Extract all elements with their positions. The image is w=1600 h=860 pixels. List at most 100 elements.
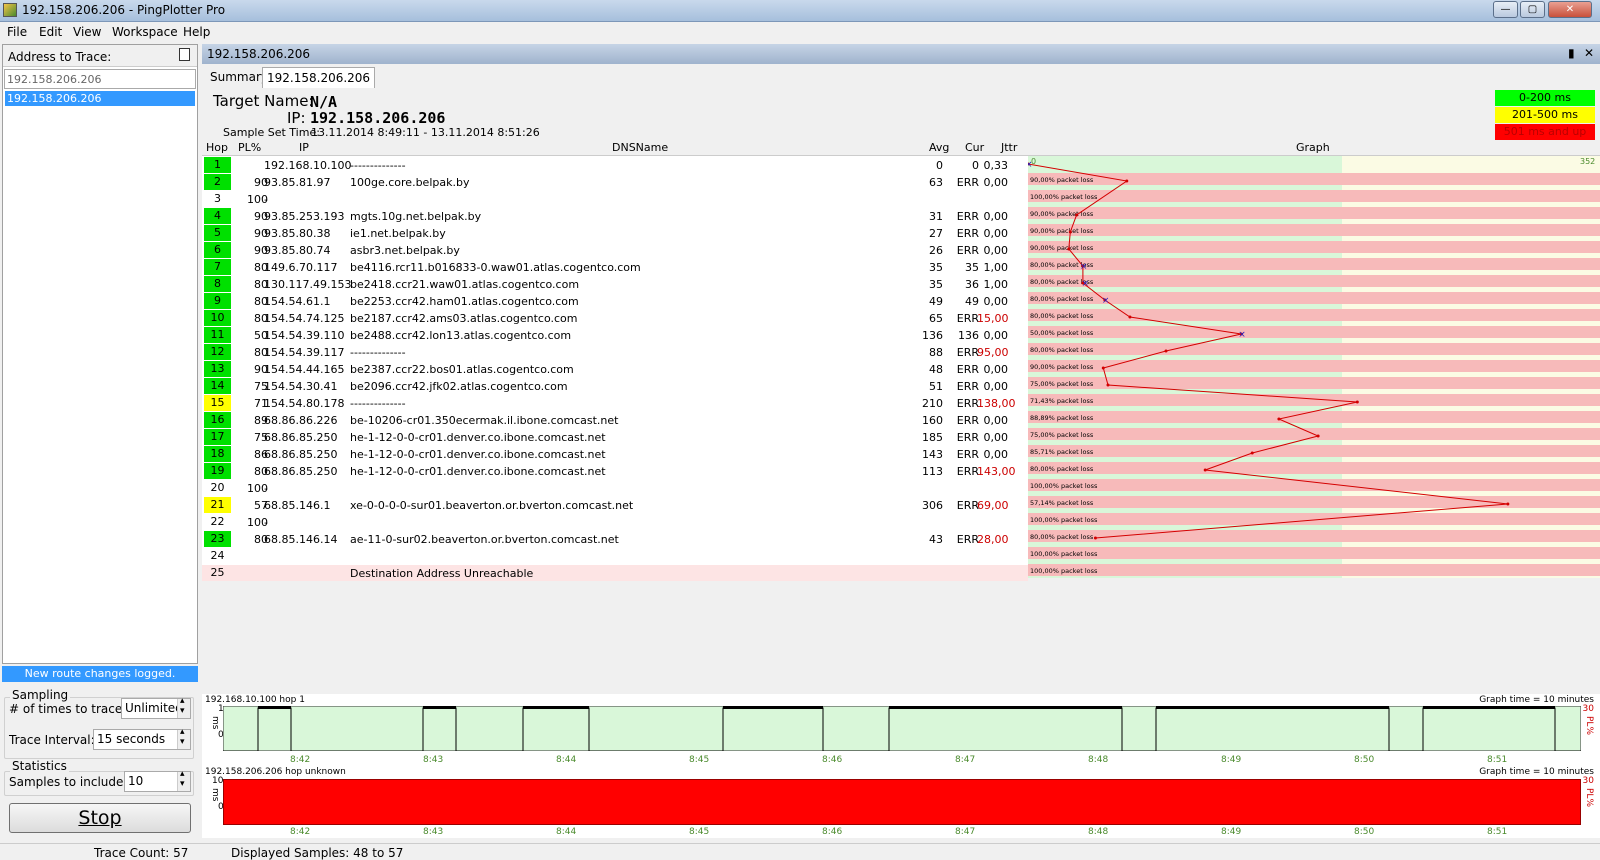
col-pl[interactable]: PL%	[238, 141, 261, 154]
trace-grid: Hop PL% IP DNSName Avg Cur Jttr Graph 11…	[202, 140, 1600, 581]
graph-band-gap	[1342, 287, 1600, 292]
graph-band-gap	[1342, 440, 1600, 445]
cell-dns: --------------	[350, 397, 406, 410]
current-marker: ×	[1238, 330, 1246, 340]
cell-ip: 154.54.61.1	[264, 295, 331, 308]
cell-dns: be2387.ccr22.bos01.atlas.cogentco.com	[350, 363, 574, 376]
graph-band-gap	[1342, 338, 1600, 343]
close-button[interactable]: ✕	[1548, 1, 1592, 18]
cell-dns: he-1-12-0-0-cr01.denver.co.ibone.comcast…	[350, 448, 606, 461]
cell-jttr: 0,00	[983, 380, 1009, 393]
hop-number: 21	[204, 497, 231, 513]
hop-number: 9	[204, 293, 231, 309]
packet-loss-label: 57,14% packet loss	[1030, 499, 1094, 507]
cell-jttr: 0,33	[983, 159, 1009, 172]
menu-view[interactable]: View	[73, 25, 101, 39]
pin-icon[interactable]: ▮	[1568, 46, 1575, 60]
new-document-icon[interactable]	[179, 48, 190, 61]
cell-jttr: 0,00	[983, 176, 1009, 189]
cell-jttr: 28,00	[977, 533, 1009, 546]
stop-button[interactable]: Stop	[9, 803, 191, 833]
timeline-yunit: ms	[210, 788, 220, 802]
menu-edit[interactable]: Edit	[39, 25, 62, 39]
hop-number: 12	[204, 344, 231, 360]
cell-cur: ERR	[956, 431, 979, 444]
col-hop[interactable]: Hop	[206, 141, 228, 154]
cell-jttr: 143,00	[977, 465, 1016, 478]
graph-band-gap	[1342, 202, 1600, 207]
cell-dns: he-1-12-0-0-cr01.denver.co.ibone.comcast…	[350, 431, 606, 444]
cell-avg: 65	[929, 312, 943, 325]
address-panel-header: Address to Trace:	[3, 45, 197, 67]
latency-graph: 90,00% packet loss 100,00% packet loss 90,…	[1028, 156, 1600, 578]
address-input[interactable]: 192.158.206.206	[4, 69, 196, 89]
col-graph[interactable]: Graph	[1296, 141, 1330, 154]
cell-avg: 143	[922, 448, 943, 461]
time-tick: 8:48	[1088, 755, 1109, 765]
graph-band-gap	[1342, 542, 1600, 547]
col-dns[interactable]: DNSName	[612, 141, 668, 154]
col-ip[interactable]: IP	[299, 141, 309, 154]
graph-band-gap	[1028, 474, 1342, 479]
samples-to-include-spinner[interactable]: 10	[124, 769, 191, 792]
timeline-yunit: ms	[210, 716, 220, 730]
cell-dns: ae-11-0-sur02.beaverton.or.bverton.comca…	[350, 533, 619, 546]
time-tick: 8:46	[822, 755, 843, 765]
cell-cur: 49	[965, 295, 979, 308]
hop-number: 2	[204, 174, 231, 190]
packet-loss-label: 88,89% packet loss	[1030, 414, 1094, 422]
cell-dns: be2096.ccr42.jfk02.atlas.cogentco.com	[350, 380, 568, 393]
cell-dns: xe-0-0-0-0-sur01.beaverton.or.bverton.co…	[350, 499, 634, 512]
graph-band-gap	[1028, 338, 1342, 343]
maximize-button[interactable]: ▢	[1520, 1, 1545, 18]
times-to-trace-spinner[interactable]: Unlimited	[121, 696, 191, 719]
packet-loss-label: 80,00% packet loss	[1030, 312, 1094, 320]
cell-cur: ERR	[956, 244, 979, 257]
col-avg[interactable]: Avg	[929, 141, 949, 154]
close-document-icon[interactable]: ✕	[1584, 46, 1594, 60]
latency-point	[1164, 349, 1168, 353]
address-history-item[interactable]: 192.158.206.206	[5, 91, 195, 106]
packet-loss-label: 100,00% packet loss	[1030, 193, 1098, 201]
trace-interval-spinner[interactable]: 15 seconds	[93, 727, 191, 750]
latency-point	[1093, 536, 1097, 540]
spinner-arrows-icon[interactable]	[177, 696, 190, 718]
cell-dns: be2253.ccr42.ham01.atlas.cogentco.com	[350, 295, 579, 308]
spinner-arrows-icon[interactable]	[177, 727, 190, 749]
graph-band-gap	[1342, 253, 1600, 258]
col-cur[interactable]: Cur	[965, 141, 984, 154]
minimize-button[interactable]: —	[1493, 1, 1518, 18]
cell-cur: 136	[958, 329, 979, 342]
cell-jttr: 0,00	[983, 448, 1009, 461]
packet-loss-label: 100,00% packet loss	[1030, 516, 1098, 524]
spinner-arrows-icon[interactable]	[177, 769, 190, 791]
time-tick: 8:51	[1487, 827, 1508, 837]
cell-ip: 93.85.80.74	[264, 244, 331, 257]
hop-number: 6	[204, 242, 231, 258]
tab-target[interactable]: 192.158.206.206	[262, 67, 376, 88]
cell-dns: mgts.10g.net.belpak.by	[350, 210, 482, 223]
cell-avg: 35	[929, 278, 943, 291]
menu-help[interactable]: Help	[183, 25, 210, 39]
cell-jttr: 0,00	[983, 295, 1009, 308]
hop-number: 20	[210, 481, 225, 494]
menu-file[interactable]: File	[7, 25, 27, 39]
cell-jttr: 69,00	[977, 499, 1009, 512]
col-jttr[interactable]: Jttr	[1001, 141, 1017, 154]
time-tick: 8:45	[689, 755, 710, 765]
route-change-notice[interactable]: New route changes logged.	[2, 666, 198, 682]
cell-avg: 49	[929, 295, 943, 308]
cell-ip: 68.86.85.250	[264, 465, 338, 478]
menu-workspace[interactable]: Workspace	[112, 25, 178, 39]
cell-cur: ERR	[956, 346, 979, 359]
cell-jttr: 0,00	[983, 363, 1009, 376]
cell-ip: 68.86.85.250	[264, 448, 338, 461]
trace-interval-value: 15 seconds	[97, 732, 166, 746]
graph-band-gap	[1342, 508, 1600, 513]
cell-avg: 31	[929, 210, 943, 223]
window-title: 192.158.206.206 - PingPlotter Pro	[22, 3, 226, 17]
cell-jttr: 95,00	[977, 346, 1009, 359]
trace-count: Trace Count: 57	[94, 846, 189, 860]
time-tick: 8:51	[1487, 755, 1508, 765]
graph-band-gap	[1028, 270, 1342, 275]
